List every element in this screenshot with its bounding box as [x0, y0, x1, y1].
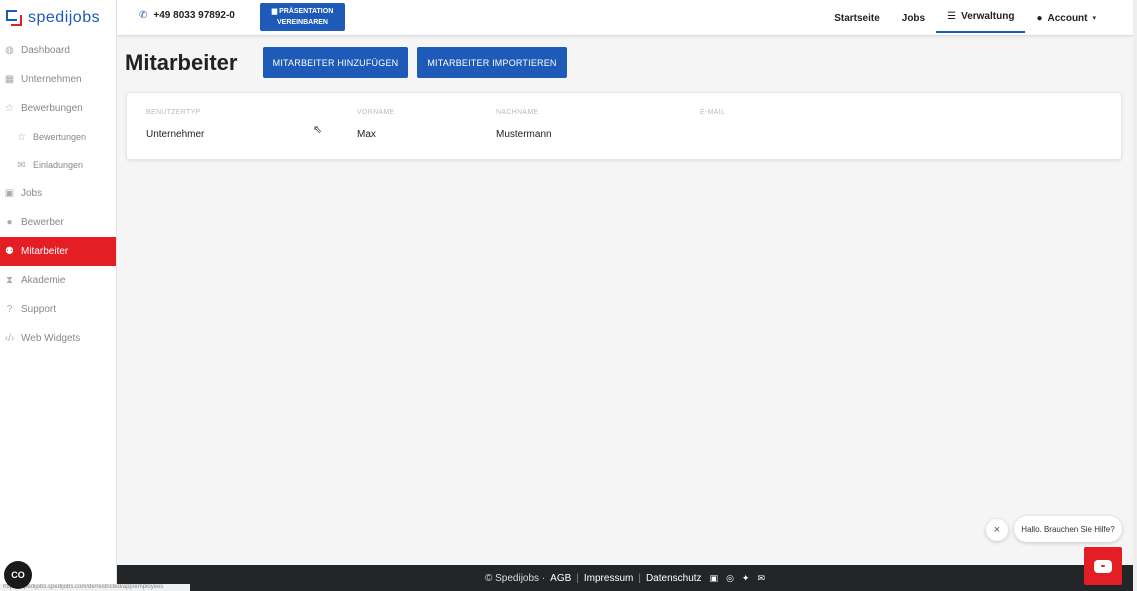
chat-icon — [1094, 559, 1112, 573]
scrollbar[interactable] — [1133, 0, 1137, 591]
footer-link-agb[interactable]: AGB — [550, 573, 571, 584]
footer-copyright: © Spedijobs · — [484, 572, 546, 584]
logo-icon — [6, 10, 22, 26]
sidebar: spedijobs ◍ Dashboard ▦ Unternehmen ☆ Bewer… — [0, 0, 117, 591]
nav-account[interactable]: ● Account ▾ — [1025, 0, 1107, 36]
cookie-settings-button[interactable]: CO — [4, 561, 32, 589]
column-header-nachname: NACHNAME — [496, 109, 539, 116]
caret-down-icon: ▾ — [1092, 15, 1096, 22]
star-icon: ☆ — [17, 131, 26, 143]
sidebar-item-jobs[interactable]: ▣ Jobs — [0, 179, 116, 208]
sidebar-item-dashboard[interactable]: ◍ Dashboard — [0, 36, 116, 65]
chat-greeting-bubble[interactable]: Hallo. Brauchen Sie Hilfe? — [1014, 516, 1122, 542]
cell-nachname: Mustermann — [496, 129, 552, 140]
palette-icon: ◍ — [5, 45, 14, 56]
sidebar-nav: ◍ Dashboard ▦ Unternehmen ☆ Bewerbungen ☆ Be… — [0, 36, 116, 353]
footer-link-datenschutz[interactable]: Datenschutz — [646, 573, 702, 584]
briefcase-icon: ▣ — [4, 188, 15, 199]
chat-open-button[interactable] — [1084, 547, 1122, 585]
question-icon: ? — [6, 304, 13, 315]
user-circle-icon: ● — [1036, 12, 1043, 24]
top-nav: Startseite Jobs ☰ Verwaltung ● Account ▾ — [823, 0, 1133, 36]
sidebar-item-bewerbungen[interactable]: ☆ Bewerbungen — [0, 94, 116, 123]
page-title: Mitarbeiter — [125, 50, 238, 75]
presentation-label-2: VEREINBAREN — [277, 18, 328, 26]
sidebar-item-bewerber[interactable]: ● Bewerber — [0, 208, 116, 237]
calendar-icon: ▆ — [271, 8, 280, 16]
users-icon: ⚉ — [5, 246, 14, 257]
sidebar-item-web-widgets[interactable]: ‹/› Web Widgets — [0, 324, 116, 353]
logo-text: spedijobs — [28, 9, 101, 26]
column-header-email: E-MAIL — [700, 109, 726, 116]
footer: © Spedijobs · AGB | Impressum | Datensch… — [117, 565, 1133, 591]
building-icon: ▦ — [4, 74, 15, 85]
cell-benutzertyp: Unternehmer — [146, 129, 205, 140]
status-bar-url: https://spedijobs.spedijobs.com/de/restr… — [0, 584, 190, 591]
footer-link-impressum[interactable]: Impressum — [584, 573, 633, 584]
mouse-cursor-icon: ⇖ — [313, 124, 323, 136]
sidebar-item-support[interactable]: ? Support — [0, 295, 116, 324]
user-icon: ● — [6, 217, 13, 228]
sidebar-item-akademie[interactable]: ⧗ Akademie — [0, 266, 116, 295]
column-header-benutzertyp: BENUTZERTYP — [146, 109, 201, 116]
email-icon[interactable]: ✉ — [757, 573, 765, 584]
facebook-icon[interactable]: ▣ — [710, 573, 719, 584]
code-icon: ‹/› — [4, 333, 15, 344]
nav-verwaltung[interactable]: ☰ Verwaltung — [936, 1, 1026, 33]
sidebar-item-bewertungen[interactable]: ☆ Bewertungen — [0, 123, 116, 151]
footer-separator: | — [576, 572, 579, 584]
cell-vorname: Max — [357, 129, 376, 140]
envelope-icon: ✉ — [17, 159, 26, 171]
hourglass-icon: ⧗ — [5, 275, 14, 286]
presentation-label: ▆ PRÄSENTATION — [271, 8, 334, 16]
sliders-icon: ☰ — [947, 10, 957, 22]
sidebar-item-unternehmen[interactable]: ▦ Unternehmen — [0, 65, 116, 94]
phone-link[interactable]: ✆ +49 8033 97892-0 — [139, 10, 235, 21]
sidebar-item-einladungen[interactable]: ✉ Einladungen — [0, 151, 116, 179]
add-employee-button[interactable]: MITARBEITER HINZUFÜGEN — [263, 47, 408, 78]
footer-separator: | — [638, 572, 641, 584]
column-header-vorname: VORNAME — [357, 109, 395, 116]
import-employees-button[interactable]: MITARBEITER IMPORTIEREN — [417, 47, 567, 78]
top-bar: ✆ +49 8033 97892-0 ▆ PRÄSENTATION VEREIN… — [117, 0, 1133, 36]
nav-jobs[interactable]: Jobs — [891, 0, 936, 36]
presentation-button[interactable]: ▆ PRÄSENTATION VEREINBAREN — [260, 3, 345, 31]
sidebar-item-mitarbeiter[interactable]: ⚉ Mitarbeiter — [0, 237, 116, 266]
nav-startseite[interactable]: Startseite — [823, 0, 891, 36]
employees-table: BENUTZERTYP VORNAME NACHNAME E-MAIL Unte… — [126, 92, 1122, 160]
phone-icon: ✆ — [139, 10, 148, 21]
star-icon: ☆ — [5, 103, 14, 114]
twitter-icon[interactable]: ✦ — [742, 573, 750, 584]
logo[interactable]: spedijobs — [0, 0, 116, 36]
chat-close-button[interactable]: × — [986, 519, 1008, 541]
instagram-icon[interactable]: ◎ — [726, 573, 734, 584]
